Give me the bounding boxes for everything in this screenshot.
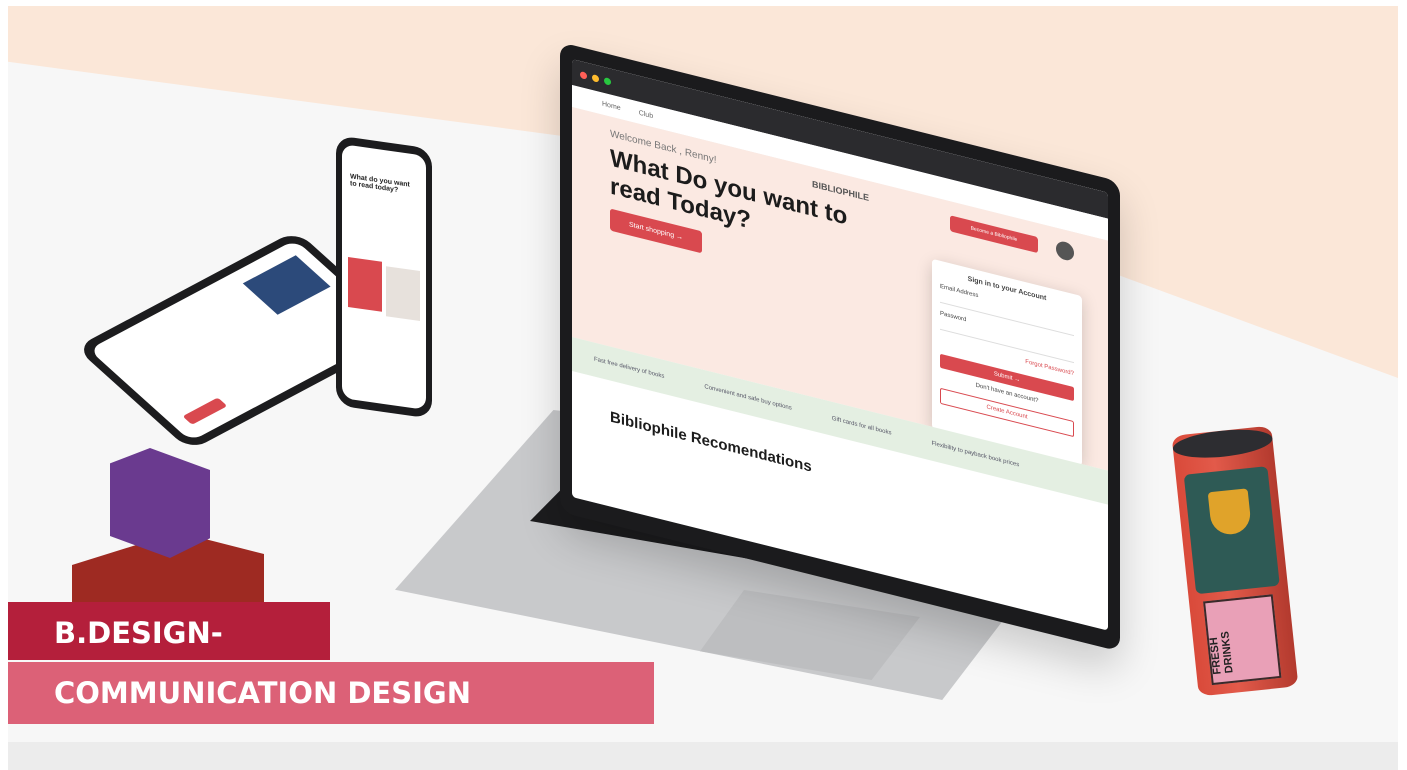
phone-landscape-button: [182, 397, 228, 425]
nav-item[interactable]: Home: [602, 100, 621, 112]
phone-portrait-title: What do you want to read today?: [350, 173, 410, 195]
close-dot-icon: [580, 70, 587, 80]
purple-box: [110, 448, 210, 558]
book-cover: [386, 266, 420, 322]
caption-line2: COMMUNICATION DESIGN: [54, 676, 471, 710]
phone-portrait: What do you want to read today?: [336, 135, 432, 419]
feature-item: Convenient and safe buy options: [704, 383, 792, 412]
phone-portrait-screen: What do you want to read today?: [342, 144, 426, 410]
bottom-band: [8, 742, 1398, 770]
caption-line1: B.DESIGN-: [54, 616, 223, 650]
feature-item: Flexibility to payback book prices: [931, 440, 1020, 469]
feature-item: Gift cards for all books: [831, 415, 892, 437]
book-cover: [348, 256, 382, 312]
caption-line2-band: COMMUNICATION DESIGN: [8, 662, 654, 724]
maximize-dot-icon: [604, 76, 611, 86]
can-text: FRESH DRINKS: [1207, 630, 1236, 676]
feature-item: Fast free delivery of books: [594, 356, 665, 381]
minimize-dot-icon: [592, 73, 599, 83]
phone-landscape-image: [242, 255, 331, 315]
caption-line1-band: B.DESIGN-: [8, 602, 330, 660]
nav-item[interactable]: Club: [639, 109, 653, 120]
